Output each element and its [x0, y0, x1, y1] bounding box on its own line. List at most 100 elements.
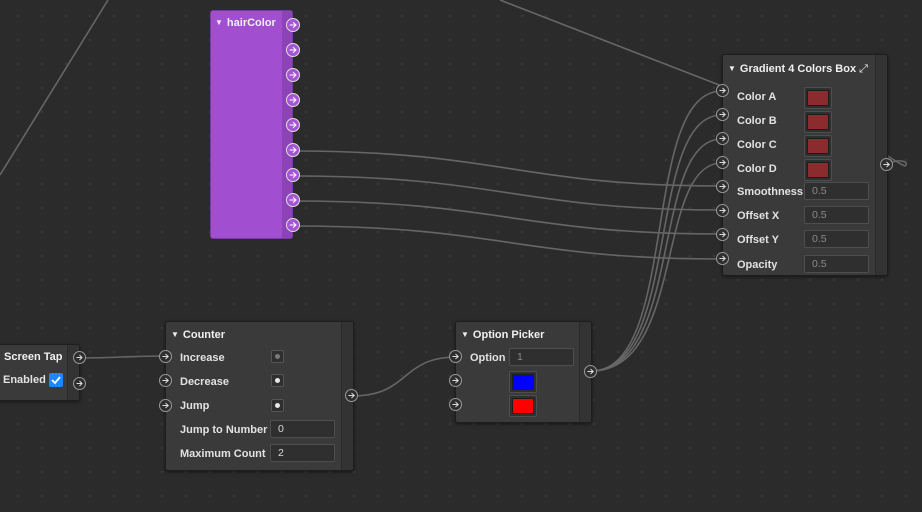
arrow-right-icon [452, 401, 459, 408]
wire-counter-picker [351, 356, 458, 397]
wire-hair-smoothness [292, 150, 723, 187]
gradient-color-a-picker[interactable] [804, 87, 832, 109]
arrow-right-icon [76, 380, 83, 387]
gradient-offset-y-label: Offset Y [737, 234, 779, 246]
gradient-color-c-label: Color C [737, 139, 777, 151]
option-picker-output-port[interactable] [584, 365, 597, 378]
haircolor-output-port[interactable] [286, 43, 300, 57]
color-swatch [807, 138, 829, 154]
expand-icon[interactable]: ⤢ [859, 63, 868, 75]
gradient-color-a-label: Color A [737, 91, 777, 103]
haircolor-output-port[interactable] [286, 68, 300, 82]
screen-tap-node[interactable]: Screen Tap Enabled [0, 344, 80, 401]
option-picker-node[interactable]: ▼ Option Picker Option 1 [455, 321, 592, 423]
haircolor-output-port[interactable] [286, 193, 300, 207]
wire-picker-colord [590, 162, 723, 372]
option-color-2-input-port[interactable] [449, 398, 462, 411]
gradient-color-d-picker[interactable] [804, 159, 832, 181]
gradient-color-c-picker[interactable] [804, 135, 832, 157]
haircolor-output-port[interactable] [286, 168, 300, 182]
counter-node[interactable]: ▼ Counter Increase Decrease Jump Jump to … [165, 321, 354, 471]
arrow-right-icon [719, 135, 726, 142]
jump-to-number-label: Jump to Number [180, 424, 268, 436]
option-color-2[interactable] [509, 395, 537, 417]
gradient-offset-x-input-port[interactable] [716, 204, 729, 217]
gradient-color-b-picker[interactable] [804, 111, 832, 133]
arrow-right-icon [289, 21, 297, 29]
collapse-triangle-icon[interactable]: ▼ [728, 64, 736, 73]
arrow-right-icon [719, 159, 726, 166]
decrease-pulse-button[interactable] [271, 374, 284, 387]
gradient-color-c-input-port[interactable] [716, 132, 729, 145]
gradient-opacity-input-port[interactable] [716, 252, 729, 265]
arrow-right-icon [162, 353, 169, 360]
arrow-right-icon [289, 46, 297, 54]
color-swatch [807, 90, 829, 106]
arrow-right-icon [289, 71, 297, 79]
arrow-right-icon [162, 402, 169, 409]
arrow-right-icon [719, 183, 726, 190]
gradient-title: ▼ Gradient 4 Colors Box ⤢ [728, 63, 868, 76]
collapse-triangle-icon[interactable]: ▼ [215, 18, 223, 27]
option-field[interactable]: 1 [509, 348, 574, 366]
increase-pulse-indicator [271, 350, 284, 363]
gradient-color-d-label: Color D [737, 163, 777, 175]
arrow-right-icon [452, 353, 459, 360]
gradient-offset-y-field[interactable]: 0.5 [804, 230, 869, 248]
arrow-right-icon [289, 221, 297, 229]
gradient-smoothness-label: Smoothness [737, 186, 804, 198]
haircolor-output-port[interactable] [286, 18, 300, 32]
haircolor-output-port[interactable] [286, 118, 300, 132]
arrow-right-icon [452, 377, 459, 384]
haircolor-output-port[interactable] [286, 143, 300, 157]
arrow-right-icon [719, 231, 726, 238]
counter-title-text: Counter [182, 329, 226, 341]
option-label: Option [470, 352, 506, 364]
gradient-node[interactable]: ▼ Gradient 4 Colors Box ⤢ Color A Color B C… [722, 54, 888, 276]
arrow-right-icon [883, 161, 890, 168]
haircolor-output-port[interactable] [286, 93, 300, 107]
jump-to-number-field[interactable]: 0 [270, 420, 335, 438]
enabled-output-port[interactable] [73, 377, 86, 390]
gradient-title-text: Gradient 4 Colors Box [739, 63, 857, 75]
collapse-triangle-icon[interactable]: ▼ [171, 330, 179, 339]
arrow-right-icon [76, 354, 83, 361]
counter-output-port[interactable] [345, 389, 358, 402]
option-color-2-swatch [512, 398, 534, 414]
gradient-output-port[interactable] [880, 158, 893, 171]
increase-input-port[interactable] [159, 350, 172, 363]
jump-pulse-button[interactable] [271, 399, 284, 412]
gradient-smoothness-field[interactable]: 0.5 [804, 182, 869, 200]
option-picker-title: ▼ Option Picker [461, 329, 544, 341]
maximum-count-label: Maximum Count [180, 448, 266, 460]
gradient-offset-x-field[interactable]: 0.5 [804, 206, 869, 224]
gradient-opacity-field[interactable]: 0.5 [804, 255, 869, 273]
option-input-port[interactable] [449, 350, 462, 363]
wire-hair-opacity [292, 225, 723, 260]
arrow-right-icon [348, 392, 355, 399]
option-color-1-swatch [512, 374, 534, 390]
decrease-input-port[interactable] [159, 374, 172, 387]
wire-background-1 [0, 0, 109, 176]
screen-tap-output-port[interactable] [73, 351, 86, 364]
gradient-color-d-input-port[interactable] [716, 156, 729, 169]
gradient-offset-y-input-port[interactable] [716, 228, 729, 241]
option-color-1-input-port[interactable] [449, 374, 462, 387]
jump-label: Jump [180, 400, 210, 412]
enabled-checkbox[interactable] [49, 373, 63, 387]
haircolor-output-port[interactable] [286, 218, 300, 232]
jump-input-port[interactable] [159, 399, 172, 412]
haircolor-title-text: hairColor [226, 17, 276, 29]
option-color-1[interactable] [509, 371, 537, 393]
gradient-color-b-input-port[interactable] [716, 108, 729, 121]
gradient-smoothness-input-port[interactable] [716, 180, 729, 193]
arrow-right-icon [587, 368, 594, 375]
arrow-right-icon [162, 377, 169, 384]
color-swatch [807, 114, 829, 130]
collapse-triangle-icon[interactable]: ▼ [461, 330, 469, 339]
maximum-count-field[interactable]: 2 [270, 444, 335, 462]
gradient-opacity-label: Opacity [737, 259, 778, 271]
wire-picker-colorb [590, 114, 723, 372]
haircolor-node[interactable]: ▼ hairColor [210, 10, 293, 239]
gradient-color-a-input-port[interactable] [716, 84, 729, 97]
